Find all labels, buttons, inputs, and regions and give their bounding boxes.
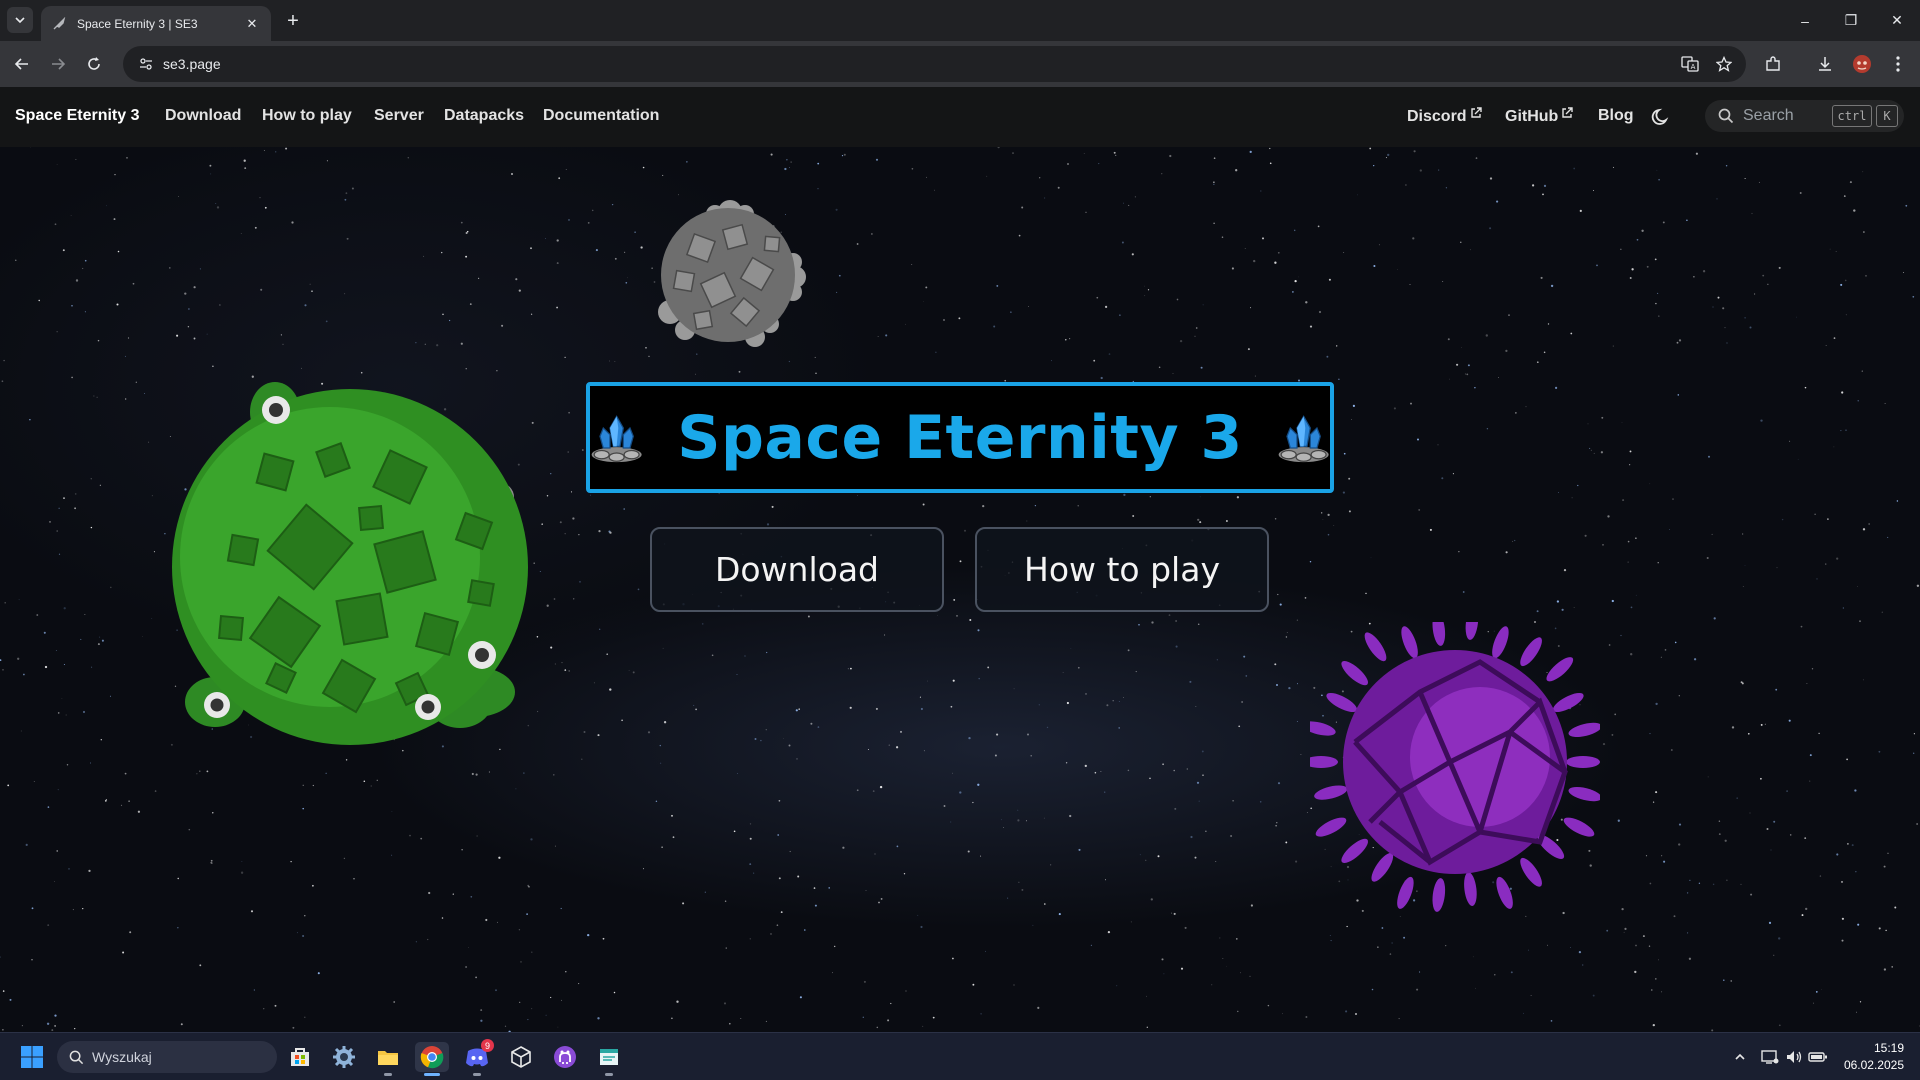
purple-spiky-planet-image: [1310, 622, 1600, 912]
kbd-k: K: [1876, 105, 1898, 127]
clock-date: 06.02.2025: [1843, 1058, 1904, 1072]
taskbar-search-box[interactable]: Wyszukaj: [57, 1041, 277, 1073]
rocket-favicon-icon: [51, 16, 67, 32]
tab-search-button[interactable]: [7, 7, 33, 33]
taskbar-store-app[interactable]: [285, 1042, 315, 1072]
nav-link-server[interactable]: Server: [374, 107, 424, 125]
taskbar-chrome-app[interactable]: [415, 1042, 449, 1076]
running-indicator: [605, 1073, 613, 1076]
site-navbar: Space Eternity 3 Download How to play Se…: [0, 87, 1920, 147]
tab-close-icon[interactable]: ✕: [243, 15, 261, 33]
github-link-label: GitHub: [1505, 108, 1559, 125]
site-search-button[interactable]: Search ctrl K: [1705, 100, 1904, 132]
chrome-menu-button[interactable]: [1884, 50, 1912, 78]
discord-notification-badge: 9: [481, 1039, 494, 1052]
grey-planet-image: [658, 200, 806, 347]
web-page: Space Eternity 3 Download How to play Se…: [0, 87, 1920, 1032]
github-icon: [554, 1046, 576, 1068]
discord-link-label: Discord: [1407, 108, 1467, 125]
hero-title: Space Eternity 3: [677, 402, 1243, 473]
bookmark-button[interactable]: [1710, 50, 1738, 78]
search-icon: [69, 1050, 84, 1064]
star-icon: [1716, 56, 1732, 72]
site-info-icon[interactable]: [129, 46, 163, 82]
nav-link-blog[interactable]: Blog: [1598, 107, 1634, 125]
new-tab-button[interactable]: +: [281, 9, 305, 33]
nav-link-how-to-play[interactable]: How to play: [262, 107, 352, 125]
crystal-icon: [1278, 414, 1329, 462]
clock-time: 15:19: [1873, 1041, 1904, 1055]
profile-avatar-icon: [1853, 55, 1871, 73]
taskbar-unity-app[interactable]: [506, 1042, 536, 1072]
nav-link-github[interactable]: GitHub: [1505, 107, 1574, 126]
taskbar-notepad-app[interactable]: [594, 1042, 624, 1076]
browser-tabstrip: Space Eternity 3 | SE3 ✕ + – ❐ ✕: [0, 0, 1920, 41]
reload-button[interactable]: [80, 50, 108, 78]
volume-icon[interactable]: [1784, 1047, 1804, 1067]
svg-text:A: A: [1691, 63, 1696, 71]
green-turtle-planet-image: [172, 382, 528, 745]
taskbar-settings-app[interactable]: [329, 1042, 359, 1072]
chevron-down-icon: [15, 17, 25, 24]
nav-link-datapacks[interactable]: Datapacks: [444, 107, 524, 125]
download-icon: [1819, 57, 1831, 71]
search-placeholder: Search: [1743, 107, 1794, 124]
folder-icon: [378, 1051, 398, 1065]
chevron-up-icon: [1735, 1053, 1745, 1060]
forward-arrow-icon: [52, 58, 66, 70]
active-indicator: [424, 1073, 440, 1076]
notepad-icon: [600, 1049, 618, 1065]
taskbar-discord-app[interactable]: 9: [462, 1039, 494, 1076]
site-brand-link[interactable]: Space Eternity 3: [15, 107, 140, 125]
nav-link-download[interactable]: Download: [165, 107, 241, 125]
cube-icon: [511, 1046, 531, 1068]
back-arrow-icon: [14, 58, 28, 70]
battery-icon[interactable]: [1808, 1047, 1828, 1067]
taskbar-file-explorer-app[interactable]: [373, 1042, 403, 1076]
windows-taskbar: Wyszukaj 9 15:19 06.02.2025: [0, 1032, 1920, 1080]
nav-link-discord[interactable]: Discord: [1407, 107, 1482, 126]
browser-tab-active[interactable]: Space Eternity 3 | SE3 ✕: [41, 6, 271, 41]
translate-button[interactable]: A: [1676, 50, 1704, 78]
system-clock[interactable]: 15:19 06.02.2025: [1844, 1040, 1904, 1074]
external-link-icon: [1562, 107, 1574, 118]
running-indicator: [473, 1073, 481, 1076]
reload-icon: [88, 57, 100, 70]
hero-how-to-play-button[interactable]: How to play: [975, 527, 1269, 612]
windows-start-button[interactable]: [17, 1042, 47, 1072]
theme-toggle-button[interactable]: [1647, 103, 1675, 131]
search-icon: [1717, 107, 1735, 125]
crystal-icon: [591, 414, 642, 462]
tab-title: Space Eternity 3 | SE3: [77, 16, 198, 31]
forward-button[interactable]: [44, 50, 72, 78]
hero-title-banner: Space Eternity 3: [586, 382, 1334, 493]
back-button[interactable]: [8, 50, 36, 78]
downloads-button[interactable]: [1811, 50, 1839, 78]
extensions-button[interactable]: [1759, 50, 1787, 78]
taskbar-search-text: Wyszukaj: [92, 1049, 152, 1065]
browser-toolbar: se3.page A: [0, 41, 1920, 87]
puzzle-icon: [1766, 56, 1780, 71]
kebab-menu-icon: [1896, 56, 1900, 72]
close-window-button[interactable]: ✕: [1874, 0, 1920, 41]
translate-icon: A: [1681, 56, 1699, 72]
minimize-button[interactable]: –: [1782, 0, 1828, 41]
url-text: se3.page: [163, 56, 221, 72]
profile-button[interactable]: [1848, 50, 1876, 78]
external-link-icon: [1470, 107, 1482, 118]
chrome-icon: [420, 1046, 444, 1069]
address-bar[interactable]: se3.page A: [123, 46, 1746, 82]
hero-download-button[interactable]: Download: [650, 527, 944, 612]
taskbar-github-desktop-app[interactable]: [550, 1042, 580, 1072]
show-hidden-icons-button[interactable]: [1730, 1047, 1750, 1067]
kbd-ctrl: ctrl: [1832, 105, 1872, 127]
moon-icon: [1651, 108, 1669, 125]
gear-icon: [333, 1046, 355, 1068]
store-icon: [291, 1048, 309, 1066]
restore-button[interactable]: ❐: [1828, 0, 1874, 41]
nav-link-documentation[interactable]: Documentation: [543, 107, 659, 125]
running-indicator: [384, 1073, 392, 1076]
windows-logo-icon: [21, 1046, 43, 1068]
network-icon[interactable]: [1760, 1047, 1780, 1067]
